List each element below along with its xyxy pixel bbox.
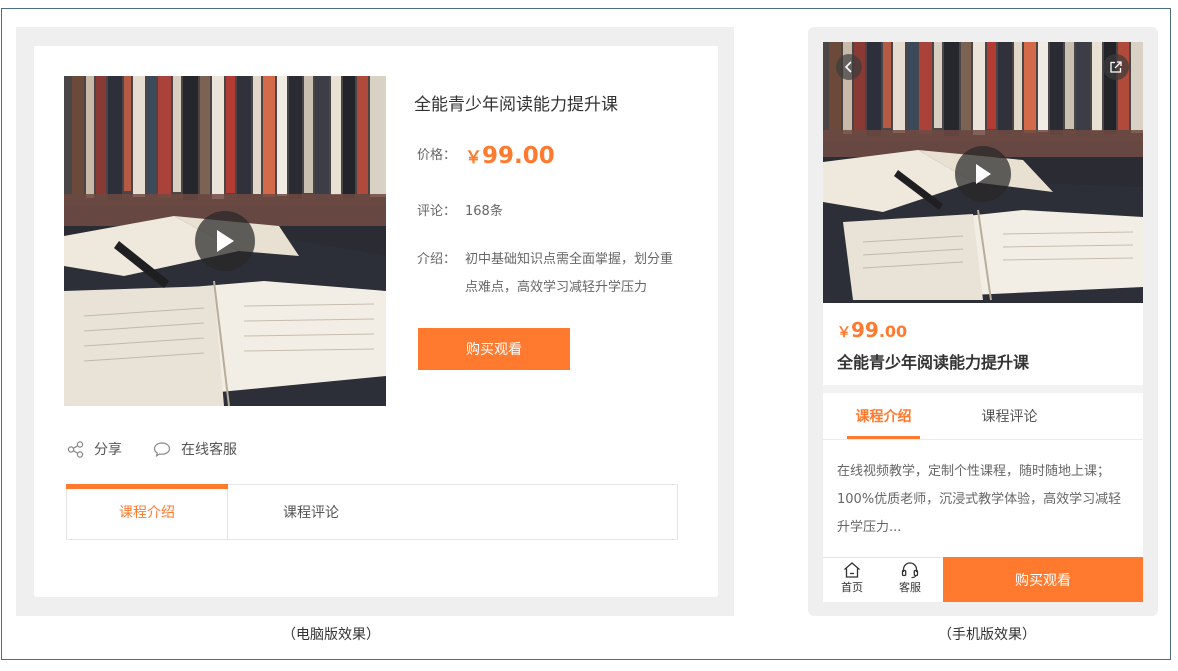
tab-course-intro[interactable]: 课程介绍 — [66, 484, 228, 539]
mobile-price-integer: 99 — [851, 318, 879, 342]
share-label: 分享 — [94, 442, 122, 458]
share-action[interactable]: 分享 — [67, 439, 122, 459]
price-label: 价格： — [417, 148, 457, 163]
online-service-label: 在线客服 — [181, 442, 237, 458]
mobile-course-tabs: 课程介绍 课程评论 — [823, 393, 1143, 440]
mobile-course-title: 全能青少年阅读能力提升课 — [837, 353, 1030, 372]
play-icon — [217, 230, 234, 252]
intro-row: 介绍： 初中基础知识点需全面掌握，划分重点难点，高效学习减轻升学压力 — [417, 246, 683, 302]
mobile-course-cover-video[interactable] — [823, 42, 1143, 303]
mobile-buy-watch-button[interactable]: 购买观看 — [943, 557, 1143, 602]
nav-home[interactable]: 首页 — [832, 561, 872, 595]
course-tabs: 课程介绍 课程评论 — [66, 484, 678, 540]
intro-text: 初中基础知识点需全面掌握，划分重点难点，高效学习减轻升学压力 — [465, 252, 674, 295]
external-share-icon — [1110, 61, 1122, 73]
home-icon — [844, 562, 860, 578]
share-icon — [67, 440, 84, 458]
mobile-price: ￥99.00 — [837, 318, 907, 342]
nav-home-label: 首页 — [841, 581, 863, 594]
review-row: 评论： 168条 — [417, 200, 503, 219]
mobile-bottom-bar: 首页 客服 购买观看 — [823, 557, 1143, 602]
price-row: 价格： ￥99.00 — [417, 143, 555, 169]
desktop-course-card: 全能青少年阅读能力提升课 价格： ￥99.00 评论： 168条 介绍： 初中基础知… — [34, 46, 718, 597]
price-currency: ￥ — [465, 148, 482, 168]
back-button[interactable] — [836, 54, 862, 80]
chevron-left-icon — [844, 61, 852, 73]
online-service-action[interactable]: 在线客服 — [153, 439, 237, 459]
mobile-play-button[interactable] — [955, 146, 1011, 202]
mobile-course-description: 在线视频教学，定制个性课程，随时随地上课；100%优质老师，沉浸式教学体验，高效… — [823, 440, 1143, 557]
nav-service[interactable]: 客服 — [890, 561, 930, 595]
course-cover-video[interactable] — [64, 76, 386, 406]
mobile-screen: ￥99.00 全能青少年阅读能力提升课 课程介绍 课程评论 在线视频教学，定制个… — [823, 42, 1143, 602]
mobile-share-button[interactable] — [1103, 54, 1129, 80]
mobile-price-currency: ￥ — [837, 325, 851, 341]
intro-label: 介绍： — [417, 252, 457, 267]
nav-service-label: 客服 — [899, 581, 921, 594]
desktop-caption: （电脑版效果） — [282, 627, 380, 643]
desktop-preview-panel: 全能青少年阅读能力提升课 价格： ￥99.00 评论： 168条 介绍： 初中基础知… — [16, 27, 734, 616]
mobile-tab-course-reviews[interactable]: 课程评论 — [973, 393, 1046, 439]
chat-bubble-icon — [153, 441, 171, 457]
mobile-price-decimal: .00 — [878, 322, 908, 341]
tab-course-reviews[interactable]: 课程评论 — [228, 485, 394, 539]
mobile-course-info: ￥99.00 全能青少年阅读能力提升课 — [823, 303, 1143, 385]
play-button[interactable] — [195, 211, 255, 271]
headset-icon — [901, 562, 919, 579]
course-title: 全能青少年阅读能力提升课 — [414, 95, 618, 115]
buy-watch-button[interactable]: 购买观看 — [418, 328, 570, 370]
price-value: 99.00 — [482, 143, 555, 169]
play-icon — [976, 164, 991, 184]
mobile-caption: （手机版效果） — [938, 627, 1036, 643]
mobile-preview-panel: ￥99.00 全能青少年阅读能力提升课 课程介绍 课程评论 在线视频教学，定制个… — [808, 27, 1158, 616]
mobile-tab-course-intro[interactable]: 课程介绍 — [847, 393, 920, 439]
mobile-description-text: 在线视频教学，定制个性课程，随时随地上课；100%优质老师，沉浸式教学体验，高效… — [837, 464, 1122, 535]
review-label: 评论： — [417, 204, 457, 219]
action-bar: 分享 在线客服 — [67, 439, 268, 459]
review-count: 168条 — [465, 204, 503, 219]
